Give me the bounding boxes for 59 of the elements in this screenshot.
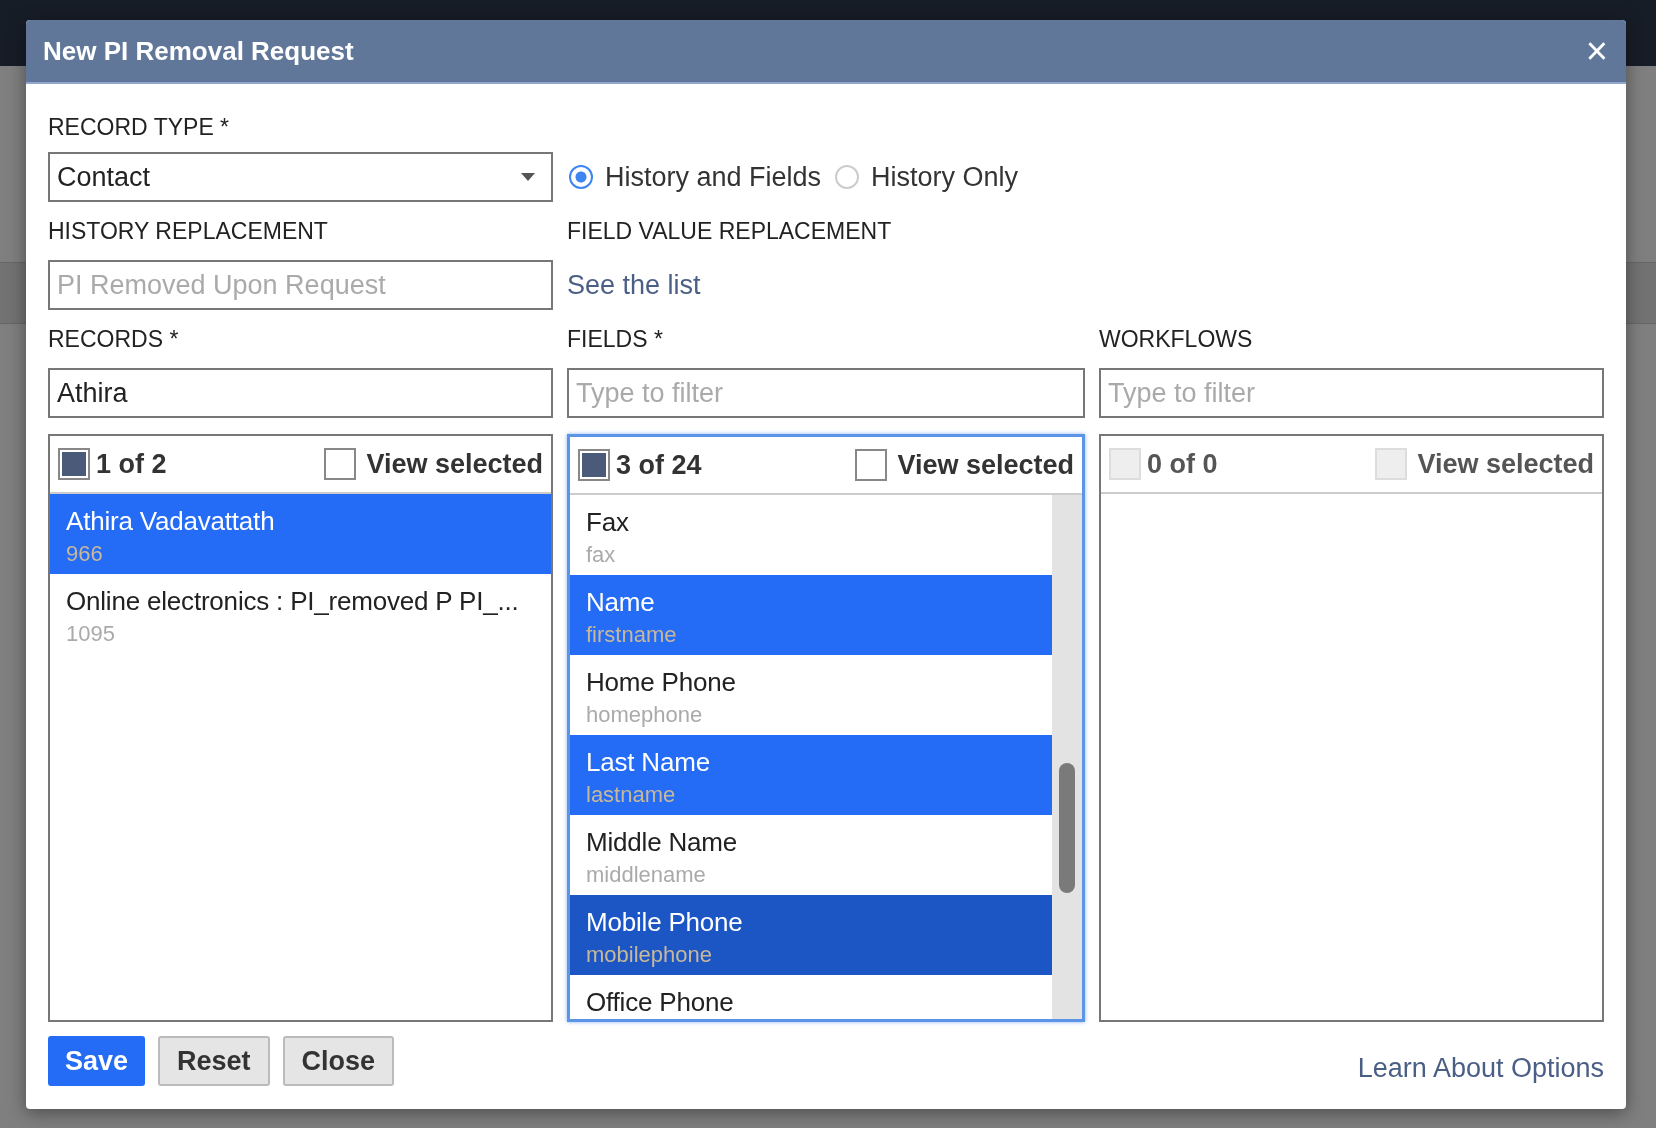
list-item[interactable]: Middle Name middlename (570, 815, 1052, 895)
item-title: Office Phone (586, 987, 735, 1018)
item-id: 1095 (66, 621, 116, 647)
item-id: 966 (66, 541, 104, 567)
radio-button[interactable] (569, 165, 593, 189)
filter-field[interactable]: Athira (48, 368, 553, 418)
item-title: Athira Vadavattath (66, 506, 276, 537)
item-title: Middle Name (586, 827, 738, 858)
item-id: homephone (586, 702, 704, 728)
help-link[interactable]: Learn About Options (1357, 1052, 1604, 1084)
dialog-button[interactable]: Close (282, 1036, 395, 1086)
view-selected-label: View selected (366, 448, 543, 480)
item-title: Home Phone (586, 667, 737, 698)
field-label: WORKFLOWS (1099, 325, 1254, 353)
list-item[interactable]: Athira Vadavattath 966 (50, 494, 551, 574)
list-item[interactable]: Last Name lastname (570, 735, 1052, 815)
view-selected-checkbox[interactable] (324, 448, 357, 480)
field-label: FIELDS * (567, 325, 664, 353)
caret-icon (520, 172, 536, 182)
filter-field[interactable]: Type to filter (567, 368, 1085, 418)
dialog-button[interactable]: Save (48, 1036, 146, 1086)
list-item[interactable]: Fax fax (570, 495, 1052, 575)
dialog-button[interactable]: Reset (158, 1036, 270, 1086)
radio-button[interactable] (835, 165, 860, 189)
selection-count: 0 of 0 (1147, 448, 1218, 480)
scrollbar[interactable] (1052, 495, 1082, 1019)
select-all-checkbox[interactable] (58, 448, 90, 480)
field-label: FIELD VALUE REPLACEMENT (567, 217, 893, 245)
item-id: middlename (586, 862, 707, 888)
list-item[interactable]: Home Phone homephone (570, 655, 1052, 735)
selection-count: 3 of 24 (616, 449, 702, 481)
record-type-dropdown[interactable]: Contact (48, 152, 553, 202)
view-selected-checkbox[interactable] (855, 449, 888, 481)
see-list-link[interactable]: See the list (567, 269, 1604, 301)
item-id: fax (586, 542, 617, 568)
field-label: RECORDS * (48, 325, 180, 353)
field-label: HISTORY REPLACEMENT (48, 217, 329, 245)
item-title: Name (586, 587, 656, 618)
item-title: Online electronics : PI_removed P PI_... (66, 586, 520, 617)
view-selected-label: View selected (897, 449, 1074, 481)
item-title: Fax (586, 507, 630, 538)
radio-option[interactable]: History Only (835, 161, 1019, 193)
item-id: mobilephone (586, 942, 713, 968)
item-id: lastname (586, 782, 677, 808)
radio-option[interactable]: History and Fields (569, 161, 822, 193)
item-id: firstname (586, 622, 678, 648)
select-all-checkbox[interactable] (578, 449, 610, 481)
item-title: Mobile Phone (586, 907, 744, 938)
history-replacement-field[interactable]: PI Removed Upon Request (48, 260, 553, 310)
field-label: RECORD TYPE * (48, 113, 231, 141)
selection-count: 1 of 2 (96, 448, 167, 480)
close-button[interactable]: × (1583, 32, 1610, 70)
view-selected-label: View selected (1417, 448, 1594, 480)
list-item[interactable]: Name firstname (570, 575, 1052, 655)
dialog-title: New PI Removal Request (43, 35, 355, 67)
list-item[interactable]: Mobile Phone mobilephone (570, 895, 1052, 975)
list-item[interactable]: Office Phone (570, 975, 1052, 1019)
item-title: Last Name (586, 747, 711, 778)
list-item[interactable]: Online electronics : PI_removed P PI_... 1095 (50, 574, 551, 654)
